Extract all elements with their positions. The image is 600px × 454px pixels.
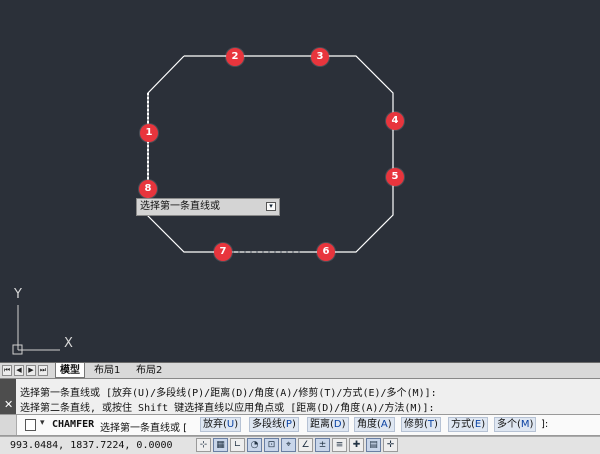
command-history: ✕ 选择第一条直线或 [放弃(U)/多段线(P)/距离(D)/角度(A)/修剪(… [0,378,600,415]
history-line-1: 选择第一条直线或 [放弃(U)/多段线(P)/距离(D)/角度(A)/修剪(T)… [20,388,437,399]
drawing-svg [12,55,394,355]
option-method[interactable]: 方式(E) [448,417,489,432]
marker-1: 1 [140,124,158,142]
marker-2: 2 [226,48,244,66]
tooltip-text: 选择第一条直线或 [140,201,220,212]
marker-7: 7 [214,243,232,261]
tpy-icon[interactable]: ✚ [349,438,364,452]
ucs-x-label: X [64,336,73,351]
dynamic-input-tooltip: 选择第一条直线或 ▾ [136,198,280,216]
marker-8: 8 [139,180,157,198]
option-angle[interactable]: 角度(A) [354,417,395,432]
lweight-icon[interactable]: ≡ [332,438,347,452]
chamfer-polygon [147,55,394,253]
arrow-down-icon[interactable]: ▾ [266,202,276,211]
option-polyline[interactable]: 多段线(P) [249,417,299,432]
option-distance[interactable]: 距离(D) [307,417,349,432]
ducs-icon[interactable]: ∠ [298,438,313,452]
sc-icon[interactable]: ✛ [383,438,398,452]
history-line-2: 选择第二条直线, 或按住 Shift 键选择直线以应用角点或 [距离(D)/角度… [20,403,435,414]
prev-icon[interactable]: ◀ [14,365,24,376]
command-line[interactable]: ▾ CHAMFER 选择第一条直线或 [ 放弃(U) 多段线(P) 距离(D) … [0,414,600,436]
snap-icon[interactable]: ⊹ [196,438,211,452]
option-multiple[interactable]: 多个(M) [494,417,537,432]
otrack-icon[interactable]: ⌖ [281,438,296,452]
grid-icon[interactable]: ▦ [213,438,228,452]
command-prompt-icon[interactable] [25,419,36,431]
last-icon[interactable]: ⏭ [38,365,48,376]
option-undo[interactable]: 放弃(U) [200,417,242,432]
next-icon[interactable]: ▶ [26,365,36,376]
marker-4: 4 [386,112,404,130]
layout-tab-bar: ⏮ ◀ ▶ ⏭ 模型 布局1 布局2 [0,362,600,378]
command-window-grip[interactable]: ✕ [0,379,16,415]
command-tail: ]: [541,419,549,430]
option-trim[interactable]: 修剪(T) [401,417,441,432]
first-icon[interactable]: ⏮ [2,365,12,376]
command-line-grip[interactable] [0,415,17,435]
tab-layout1[interactable]: 布局1 [90,363,124,378]
polar-icon[interactable]: ◔ [247,438,262,452]
recent-commands-icon[interactable]: ▾ [40,418,45,428]
close-icon[interactable]: ✕ [4,398,13,411]
qp-icon[interactable]: ▤ [366,438,381,452]
drawing-canvas[interactable]: 1 2 3 4 5 6 7 8 选择第一条直线或 ▾ Y X [0,0,600,362]
command-prompt: 选择第一条直线或 [ [100,423,188,434]
status-bar: 993.0484, 1837.7224, 0.0000 ⊹ ▦ ∟ ◔ ⊡ ⌖ … [0,436,600,454]
ucs-y-label: Y [14,287,22,302]
marker-6: 6 [317,243,335,261]
tab-layout2[interactable]: 布局2 [132,363,166,378]
marker-3: 3 [311,48,329,66]
marker-5: 5 [386,168,404,186]
tab-model[interactable]: 模型 [55,363,85,378]
command-name: CHAMFER [52,419,95,430]
ortho-icon[interactable]: ∟ [230,438,245,452]
osnap-icon[interactable]: ⊡ [264,438,279,452]
coordinate-readout[interactable]: 993.0484, 1837.7224, 0.0000 [10,440,173,451]
dyn-icon[interactable]: ± [315,438,330,452]
